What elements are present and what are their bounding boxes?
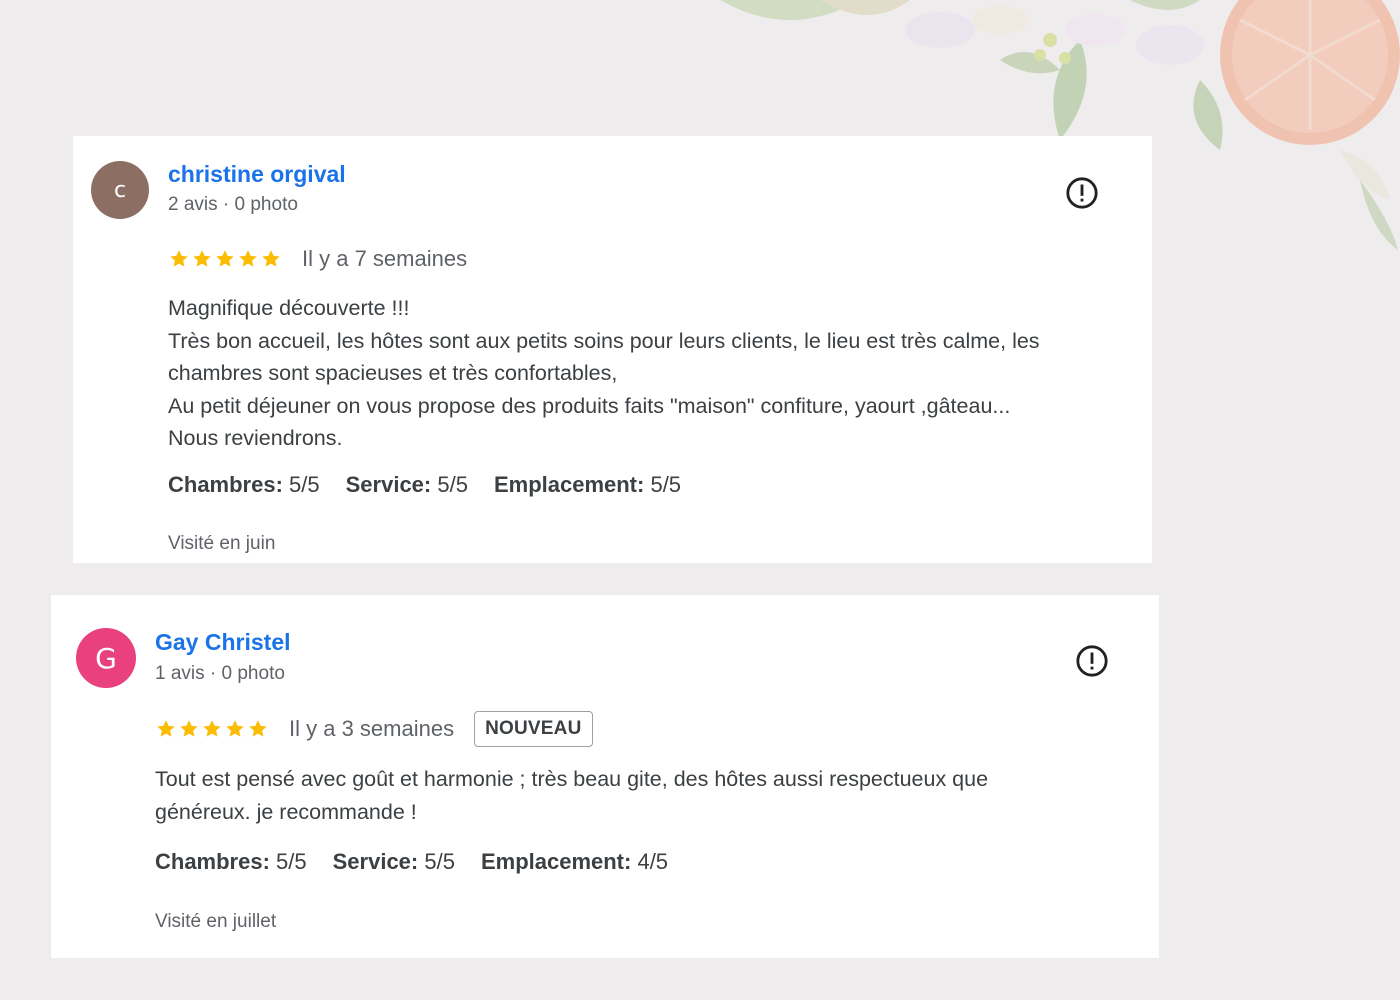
star-rating xyxy=(168,248,282,270)
review-text-line: généreux. je recommande ! xyxy=(155,799,417,824)
star-icon xyxy=(157,720,175,737)
review-text: Tout est pensé avec goût et harmonie ; t… xyxy=(155,763,988,828)
star-icon xyxy=(203,720,221,737)
reviewer-meta: 2 avis · 0 photo xyxy=(168,194,298,215)
sub-rating-label: Service: xyxy=(345,472,432,497)
review-card: G Gay Christel 1 avis · 0 photo Il y a 3… xyxy=(51,595,1159,958)
visit-date: Visité en juillet xyxy=(155,911,277,932)
visit-date: Visité en juin xyxy=(168,533,276,554)
sub-rating: Chambres: 5/5 xyxy=(155,849,307,875)
sub-rating-value: 5/5 xyxy=(282,472,320,497)
sub-rating-value: 5/5 xyxy=(269,849,307,874)
sub-rating-label: Emplacement: xyxy=(493,472,645,497)
reviewer-name[interactable]: Gay Christel xyxy=(155,629,291,656)
star-icon xyxy=(193,250,211,267)
sub-ratings: Chambres: 5/5 Service: 5/5 Emplacement: 4/… xyxy=(155,849,668,875)
sub-rating-value: 5/5 xyxy=(418,849,455,874)
review-card: c christine orgival 2 avis · 0 photo Il … xyxy=(73,136,1152,563)
review-time: Il y a 3 semaines xyxy=(289,716,455,741)
star-icon xyxy=(226,720,244,737)
rating-row: Il y a 3 semaines NOUVEAU xyxy=(155,711,593,747)
sub-rating-value: 5/5 xyxy=(431,472,468,497)
sub-rating-label: Emplacement: xyxy=(480,849,632,874)
sub-rating: Emplacement: 4/5 xyxy=(481,849,668,875)
new-badge: NOUVEAU xyxy=(474,711,593,747)
review-time: Il y a 7 semaines xyxy=(302,246,468,271)
star-rating xyxy=(155,718,269,740)
star-icon xyxy=(180,720,198,737)
report-icon[interactable] xyxy=(1065,176,1099,210)
star-icon xyxy=(216,250,234,267)
star-icon xyxy=(249,720,267,737)
avatar[interactable]: G xyxy=(76,628,136,688)
sub-ratings: Chambres: 5/5 Service: 5/5 Emplacement: 5/… xyxy=(168,472,681,498)
review-text-line: Très bon accueil, les hôtes sont aux pet… xyxy=(168,328,1040,353)
review-text: Magnifique découverte !!! Très bon accuei… xyxy=(168,292,1040,455)
star-icon xyxy=(262,250,280,267)
review-text-line: Au petit déjeuner on vous propose des pr… xyxy=(168,393,1011,418)
review-text-line: Magnifique découverte !!! xyxy=(168,296,410,320)
report-icon[interactable] xyxy=(1075,644,1109,678)
star-icon xyxy=(170,250,188,267)
sub-rating-label: Chambres: xyxy=(168,472,283,497)
sub-rating: Chambres: 5/5 xyxy=(168,472,320,498)
sub-rating-value: 5/5 xyxy=(644,472,682,497)
star-icon xyxy=(239,250,257,267)
sub-rating-label: Chambres: xyxy=(155,849,270,874)
sub-rating: Service: 5/5 xyxy=(346,472,468,498)
review-text-line: Tout est pensé avec goût et harmonie ; t… xyxy=(155,767,989,791)
reviewer-name[interactable]: christine orgival xyxy=(168,161,346,188)
reviewer-meta: 1 avis · 0 photo xyxy=(155,663,285,684)
sub-rating: Service: 5/5 xyxy=(333,849,455,875)
avatar[interactable]: c xyxy=(91,161,149,219)
sub-rating-value: 4/5 xyxy=(631,849,669,874)
rating-row: Il y a 7 semaines xyxy=(168,246,467,272)
review-text-line: Nous reviendrons. xyxy=(168,426,343,450)
sub-rating-label: Service: xyxy=(332,849,419,874)
review-text-line: chambres sont spacieuses et très confort… xyxy=(168,361,618,385)
sub-rating: Emplacement: 5/5 xyxy=(494,472,681,498)
